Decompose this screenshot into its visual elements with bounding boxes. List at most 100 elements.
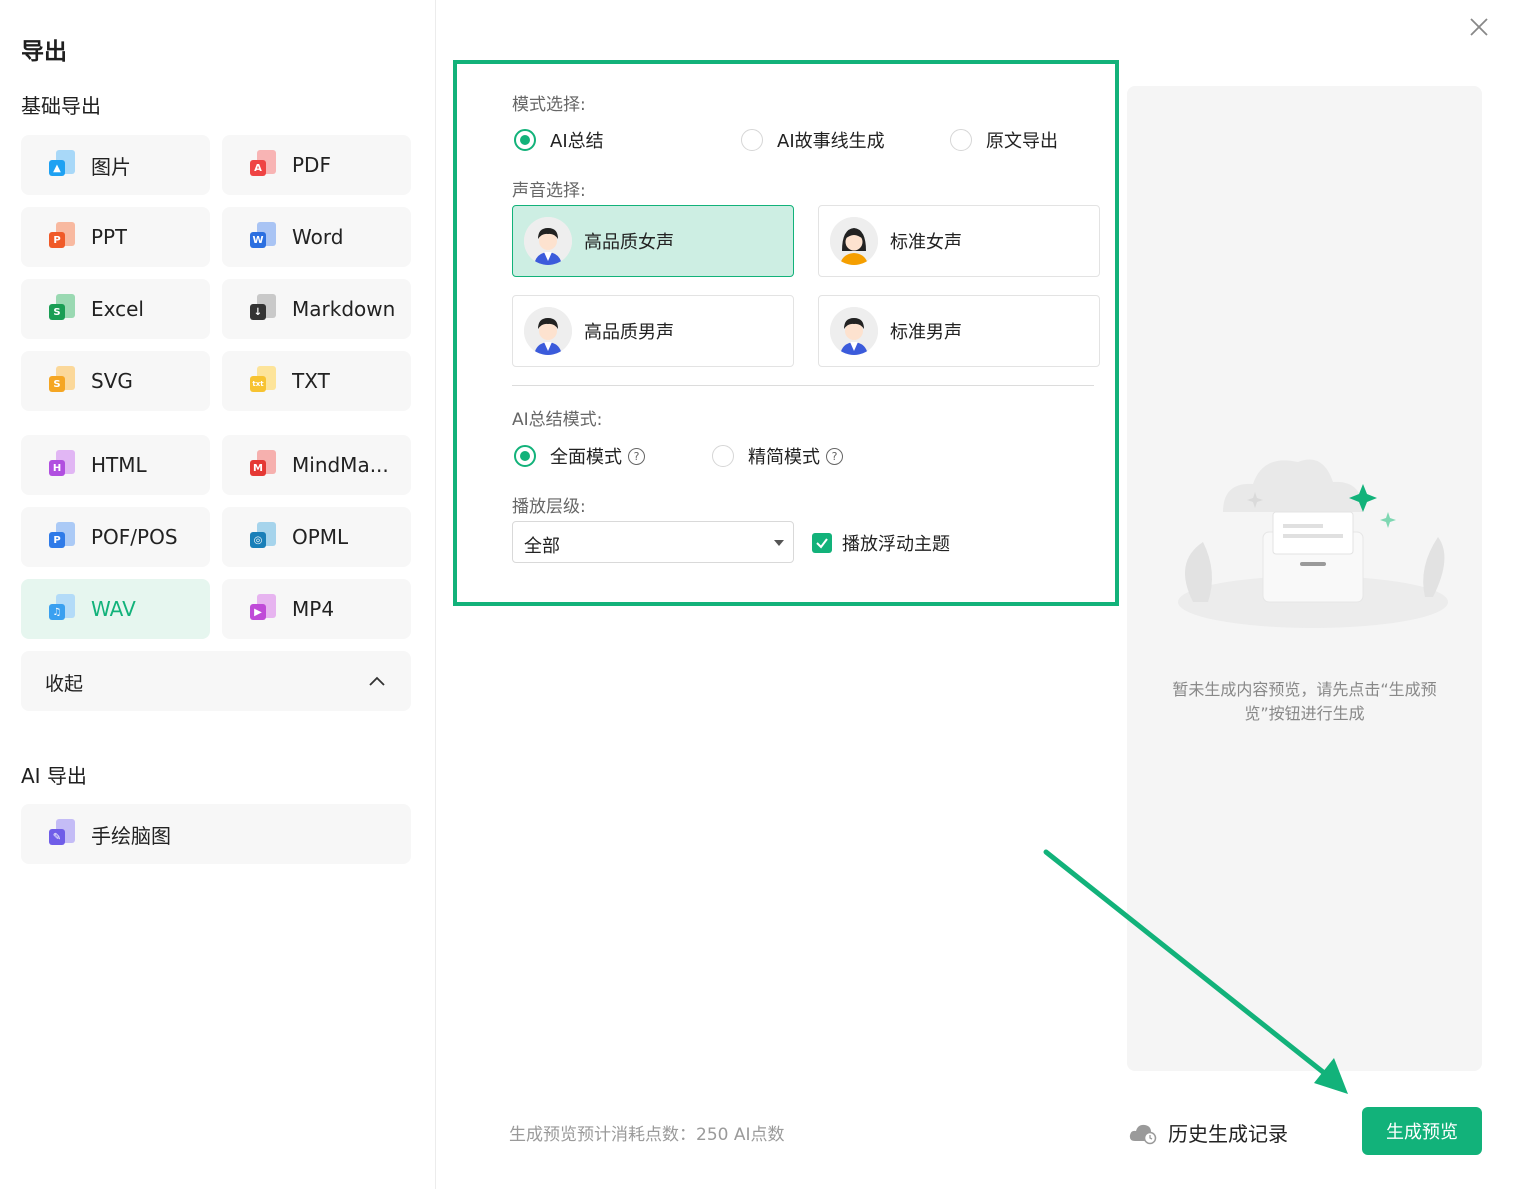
caret-down-icon [774,540,784,546]
format-label: PPT [91,225,128,249]
collapse-label: 收起 [45,673,84,695]
dialog-title: 导出 [21,39,67,65]
summary-mode-concise-radio[interactable]: 精简模式 ? [712,443,843,469]
format-option-mp4[interactable]: ▶ MP4 [222,579,411,639]
format-label: 图片 [91,154,131,179]
format-option-opml[interactable]: ◎ OPML [222,507,411,567]
pof-file-icon: P [49,522,75,552]
summary-mode-full-radio[interactable]: 全面模式 ? [514,443,645,469]
format-label: TXT [292,369,330,393]
format-label: MindMa... [292,453,389,477]
voice-label-text: 标准男声 [890,322,962,343]
cloud-history-icon [1129,1124,1157,1144]
ai-export-heading: AI 导出 [21,764,87,788]
format-label: Markdown [292,297,396,321]
radio-unchecked-icon [950,129,972,151]
voice-standard-male[interactable]: 标准男声 [818,295,1100,367]
mode-label: 模式选择: [512,95,586,115]
word-file-icon: W [250,222,276,252]
play-level-value: 全部 [524,536,560,557]
export-sidebar: 导出 基础导出 ▲ 图片 A PDF P PPT W Word S Excel … [0,0,436,1189]
mode-ai-summary-radio[interactable]: AI总结 [514,127,604,153]
radio-label: 原文导出 [986,131,1058,152]
format-option-txt[interactable]: txt TXT [222,351,411,411]
format-label: POF/POS [91,525,178,549]
format-option-markdown[interactable]: ↓ Markdown [222,279,411,339]
male-avatar-icon [524,307,572,355]
radio-label: AI故事线生成 [777,131,885,152]
radio-unchecked-icon [741,129,763,151]
empty-box-illustration [1178,459,1448,628]
format-label: SVG [91,369,133,393]
history-button[interactable]: 历史生成记录 [1128,1118,1288,1147]
ai-option-hand-drawn-mindmap[interactable]: ✎ 手绘脑图 [21,804,411,864]
markdown-file-icon: ↓ [250,294,276,324]
generate-preview-button[interactable]: 生成预览 [1362,1107,1482,1155]
format-label: MP4 [292,597,335,621]
format-option-word[interactable]: W Word [222,207,411,267]
format-option-ppt[interactable]: P PPT [21,207,210,267]
male-avatar-icon [524,217,572,265]
checkmark-icon [812,533,832,553]
format-option-pof[interactable]: P POF/POS [21,507,210,567]
mp4-file-icon: ▶ [250,594,276,624]
svg-file-icon: S [49,366,75,396]
excel-file-icon: S [49,294,75,324]
cost-estimate-text: 生成预览预计消耗点数：250 AI点数 [509,1125,785,1145]
format-label: OPML [292,525,349,549]
help-icon[interactable]: ? [628,447,645,465]
radio-label: AI总结 [550,131,604,152]
format-option-image[interactable]: ▲ 图片 [21,135,210,195]
play-level-select[interactable]: 全部 [512,521,794,563]
export-settings-panel: 模式选择: AI总结 AI故事线生成 原文导出 声音选择: 高品质女声 标准女声 [453,60,1119,606]
format-label: WAV [91,597,136,621]
basic-export-heading: 基础导出 [21,94,101,118]
voice-hq-female[interactable]: 高品质女声 [512,205,794,277]
format-option-mindmanager[interactable]: M MindMa... [222,435,411,495]
collapse-toggle[interactable]: 收起 [21,651,411,711]
voice-hq-male[interactable]: 高品质男声 [512,295,794,367]
preview-area: 暂未生成内容预览，请先点击“生成预览”按钮进行生成 [1127,86,1482,1071]
pdf-file-icon: A [250,150,276,180]
mindmanager-file-icon: M [250,450,276,480]
format-label: Word [292,225,344,249]
hand-drawn-mindmap-icon: ✎ [49,819,75,849]
radio-label: 全面模式 [550,447,622,468]
radio-checked-icon [514,445,536,467]
female-avatar-icon [830,217,878,265]
format-option-svg[interactable]: S SVG [21,351,210,411]
voice-standard-female[interactable]: 标准女声 [818,205,1100,277]
txt-file-icon: txt [250,366,276,396]
play-level-label: 播放层级: [512,497,586,517]
radio-label: 精简模式 [748,447,820,468]
voice-label-text: 标准女声 [890,232,962,253]
section-divider [512,385,1094,386]
format-option-html[interactable]: H HTML [21,435,210,495]
format-label: HTML [91,453,147,477]
format-option-excel[interactable]: S Excel [21,279,210,339]
mode-ai-storyline-radio[interactable]: AI故事线生成 [741,127,885,153]
help-icon[interactable]: ? [826,447,843,465]
ppt-file-icon: P [49,222,75,252]
wav-file-icon: ♫ [49,594,75,624]
history-label: 历史生成记录 [1168,1122,1288,1146]
float-topic-label: 播放浮动主题 [842,534,950,555]
chevron-up-icon [369,676,385,686]
mode-original-radio[interactable]: 原文导出 [950,127,1058,153]
voice-label: 声音选择: [512,181,586,201]
close-icon[interactable] [1466,14,1492,40]
empty-preview-text: 暂未生成内容预览，请先点击“生成预览”按钮进行生成 [1172,680,1437,723]
voice-label-text: 高品质男声 [584,322,674,343]
html-file-icon: H [49,450,75,480]
radio-unchecked-icon [712,445,734,467]
format-option-wav[interactable]: ♫ WAV [21,579,210,639]
format-label: PDF [292,153,331,177]
format-label: Excel [91,297,144,321]
radio-checked-icon [514,129,536,151]
voice-label-text: 高品质女声 [584,232,674,253]
format-option-pdf[interactable]: A PDF [222,135,411,195]
float-topic-checkbox[interactable]: 播放浮动主题 [812,530,950,556]
image-file-icon: ▲ [49,150,75,180]
summary-mode-label: AI总结模式: [512,410,603,430]
opml-file-icon: ◎ [250,522,276,552]
